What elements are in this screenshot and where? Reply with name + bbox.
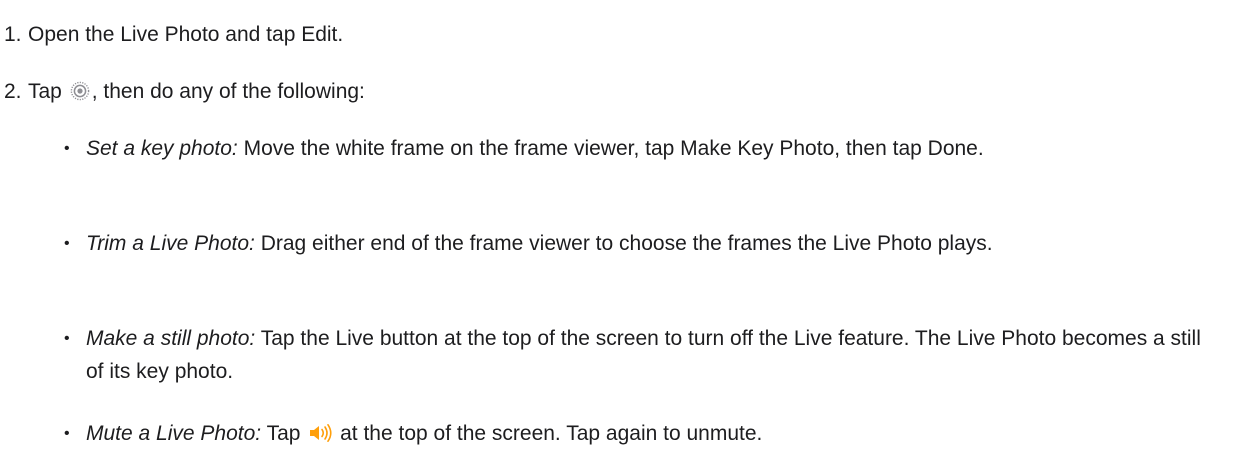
step-text: Tap , then do any of the following: <box>28 75 365 111</box>
bullet-marker: • <box>64 235 70 252</box>
step-number: 2. <box>4 80 22 103</box>
bullet-make-still-photo: • Make a still photo: Tap the Live butto… <box>64 322 1224 388</box>
bullet-term: Set a key photo: <box>86 137 238 160</box>
bullet-text: Move the white frame on the frame viewer… <box>243 137 984 160</box>
step-2: 2. Tap , then do any of the following: <box>0 75 365 111</box>
live-photo-icon <box>70 78 90 111</box>
bullet-set-key-photo: • Set a key photo: Move the white frame … <box>64 132 1224 165</box>
bullet-trim-live-photo: • Trim a Live Photo: Drag either end of … <box>64 227 1224 260</box>
bullet-term: Mute a Live Photo: <box>86 422 262 445</box>
step-1: 1. Open the Live Photo and tap Edit. <box>0 18 343 51</box>
bullet-mute-live-photo: • Mute a Live Photo: Tap at the top of t… <box>64 417 1224 453</box>
bullet-suffix: at the top of the screen. Tap again to u… <box>340 422 763 445</box>
step-text: Open the Live Photo and tap Edit. <box>28 23 344 46</box>
speaker-icon <box>308 420 332 453</box>
bullet-prefix: Tap <box>266 422 301 445</box>
instructions-document: 1. Open the Live Photo and tap Edit. 2. … <box>0 0 1248 471</box>
bullet-marker: • <box>64 140 70 157</box>
step-suffix: , then do any of the following: <box>91 80 365 103</box>
bullet-marker: • <box>64 425 70 442</box>
step-number: 1. <box>4 23 22 46</box>
bullet-marker: • <box>64 330 70 347</box>
step-prefix: Tap <box>28 80 62 103</box>
bullet-text: Drag either end of the frame viewer to c… <box>260 232 993 255</box>
bullet-term: Trim a Live Photo: <box>86 232 255 255</box>
bullet-term: Make a still photo: <box>86 327 256 350</box>
